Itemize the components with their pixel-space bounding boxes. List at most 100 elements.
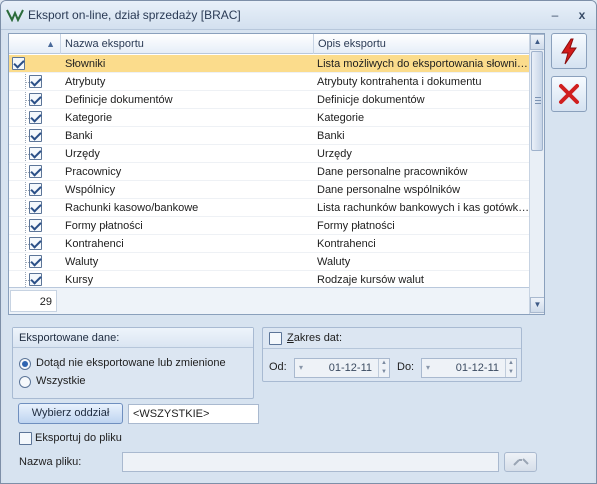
radio-all[interactable]: [19, 376, 31, 388]
window-title: Eksport on-line, dział sprzedaży [BRAC]: [28, 8, 241, 22]
date-range-label[interactable]: Zakres dat:: [287, 332, 342, 344]
vertical-scrollbar[interactable]: ▲ ▼: [529, 34, 544, 314]
row-description: Kontrahenci: [317, 238, 376, 250]
row-name: Atrybuty: [65, 76, 106, 88]
tree-branch-line: [25, 82, 31, 83]
date-to-label: Do:: [397, 361, 415, 373]
row-description: Urzędy: [317, 148, 352, 160]
tree-branch-line: [25, 280, 31, 281]
tree-branch-line: [25, 226, 31, 227]
branch-field[interactable]: <WSZYSTKIE>: [128, 404, 259, 424]
row-count: 29: [10, 290, 57, 312]
date-from-dropdown-icon[interactable]: ▾: [299, 359, 303, 377]
row-name: Wspólnicy: [65, 184, 116, 196]
table-row[interactable]: Banki Banki: [9, 127, 529, 145]
sort-ascending-icon: ▲: [46, 39, 55, 49]
tree-branch-line: [25, 172, 31, 173]
tree-branch-line: [25, 136, 31, 137]
row-description: Rodzaje kursów walut: [317, 274, 424, 286]
row-name: Urzędy: [65, 148, 100, 160]
table-row[interactable]: Atrybuty Atrybuty kontrahenta i dokumentu: [9, 73, 529, 91]
row-name: Słowniki: [65, 58, 106, 70]
row-description: Dane personalne wspólników: [317, 184, 461, 196]
sort-column-header[interactable]: ▲: [9, 34, 61, 54]
radio-not-exported[interactable]: [19, 358, 31, 370]
row-name: Rachunki kasowo/bankowe: [65, 202, 199, 214]
cancel-button[interactable]: [551, 76, 587, 112]
date-to-dropdown-icon[interactable]: ▾: [426, 359, 430, 377]
tree-branch-line: [25, 154, 31, 155]
scroll-up-button[interactable]: ▲: [530, 34, 544, 50]
red-x-icon: [559, 84, 579, 104]
lightning-icon: [561, 38, 577, 65]
radio-all-label[interactable]: Wszystkie: [36, 375, 86, 387]
select-branch-button[interactable]: Wybierz oddział: [18, 403, 123, 424]
grid-body: Słowniki Lista możliwych do eksportowania…: [9, 55, 529, 287]
date-to-spinner[interactable]: ▲ ▼: [505, 359, 516, 377]
table-row[interactable]: Pracownicy Dane personalne pracowników: [9, 163, 529, 181]
filename-label: Nazwa pliku:: [19, 456, 82, 468]
row-name: Kategorie: [65, 112, 113, 124]
table-row[interactable]: Urzędy Urzędy: [9, 145, 529, 163]
scroll-down-button[interactable]: ▼: [530, 297, 544, 313]
date-from-label: Od:: [269, 361, 287, 373]
column-header-description[interactable]: Opis eksportu: [314, 34, 529, 54]
table-row[interactable]: Rachunki kasowo/bankowe Lista rachunków b…: [9, 199, 529, 217]
table-row[interactable]: Słowniki Lista możliwych do eksportowania…: [9, 55, 529, 73]
row-name: Kontrahenci: [65, 238, 124, 250]
grid-header: ▲ Nazwa eksportu Opis eksportu: [9, 34, 529, 54]
tree-branch-line: [25, 118, 31, 119]
row-name: Definicje dokumentów: [65, 94, 173, 106]
row-name: Pracownicy: [65, 166, 122, 178]
export-to-file-label[interactable]: Eksportuj do pliku: [35, 432, 122, 444]
browse-file-button[interactable]: [504, 452, 537, 472]
date-range-checkbox[interactable]: [269, 332, 282, 345]
row-description: Lista rachunków bankowych i kas gotówk…: [317, 202, 528, 214]
column-header-name[interactable]: Nazwa eksportu: [61, 34, 314, 54]
date-range-group: Zakres dat: Od: ▾ 01-12-11 ▲ ▼ Do: ▾ 01-1…: [262, 327, 522, 382]
row-description: Dane personalne pracowników: [317, 166, 468, 178]
table-row[interactable]: Kursy Rodzaje kursów walut: [9, 271, 529, 287]
row-description: Kategorie: [317, 112, 365, 124]
tree-branch-line: [25, 100, 31, 101]
filename-field[interactable]: [122, 452, 499, 472]
date-to-field[interactable]: ▾ 01-12-11 ▲ ▼: [421, 358, 517, 378]
table-row[interactable]: Kontrahenci Kontrahenci: [9, 235, 529, 253]
table-row[interactable]: Wspólnicy Dane personalne wspólników: [9, 181, 529, 199]
dialog-content: ▲ Nazwa eksportu Opis eksportu Słowniki L…: [3, 30, 594, 483]
row-name: Formy płatności: [65, 220, 143, 232]
minimize-button[interactable]: –: [546, 6, 564, 24]
tree-branch-line: [25, 190, 31, 191]
tree-branch-line: [25, 262, 31, 263]
export-to-file-checkbox[interactable]: [19, 432, 32, 445]
row-name: Banki: [65, 130, 93, 142]
row-name: Waluty: [65, 256, 99, 268]
app-logo-icon: [6, 9, 24, 22]
tree-branch-line: [25, 208, 31, 209]
grid-footer: 29: [9, 287, 529, 314]
export-grid: ▲ Nazwa eksportu Opis eksportu Słowniki L…: [8, 33, 545, 315]
close-button[interactable]: x: [573, 6, 591, 24]
row-description: Formy płatności: [317, 220, 395, 232]
link-icon: [512, 458, 529, 466]
table-row[interactable]: Waluty Waluty: [9, 253, 529, 271]
scroll-thumb[interactable]: [531, 51, 543, 151]
date-from-field[interactable]: ▾ 01-12-11 ▲ ▼: [294, 358, 390, 378]
table-row[interactable]: Kategorie Kategorie: [9, 109, 529, 127]
export-window: Eksport on-line, dział sprzedaży [BRAC] …: [0, 0, 597, 484]
date-from-spinner[interactable]: ▲ ▼: [378, 359, 389, 377]
row-description: Banki: [317, 130, 345, 142]
table-row[interactable]: Formy płatności Formy płatności: [9, 217, 529, 235]
row-description: Waluty: [317, 256, 351, 268]
run-export-button[interactable]: [551, 33, 587, 69]
table-row[interactable]: Definicje dokumentów Definicje dokumentów: [9, 91, 529, 109]
row-checkbox[interactable]: [12, 57, 25, 70]
title-bar: Eksport on-line, dział sprzedaży [BRAC] …: [1, 1, 596, 30]
row-description: Atrybuty kontrahenta i dokumentu: [317, 76, 482, 88]
radio-not-exported-label[interactable]: Dotąd nie eksportowane lub zmienione: [36, 357, 226, 369]
exported-data-group: Eksportowane dane: Dotąd nie eksportowan…: [12, 327, 254, 399]
row-description: Lista możliwych do eksportowania słowni…: [317, 58, 528, 70]
tree-branch-line: [25, 244, 31, 245]
row-name: Kursy: [65, 274, 94, 286]
exported-data-title: Eksportowane dane:: [13, 328, 253, 348]
